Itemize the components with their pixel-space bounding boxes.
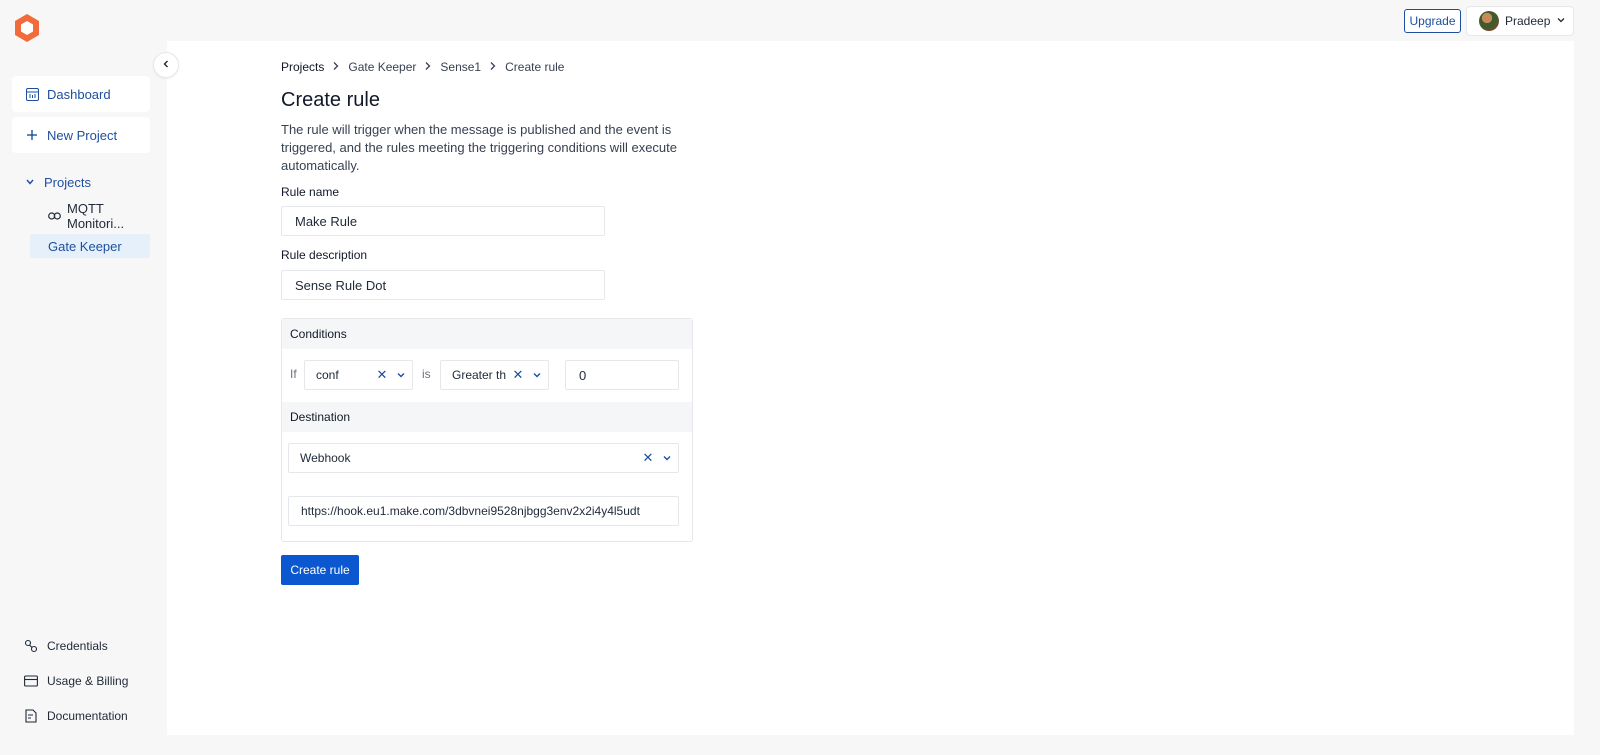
field-select-value: conf xyxy=(316,368,339,382)
create-rule-button[interactable]: Create rule xyxy=(281,555,359,585)
credit-card-icon xyxy=(24,674,38,688)
documentation-label: Documentation xyxy=(47,709,128,723)
plus-icon xyxy=(25,128,39,142)
rule-description-input[interactable] xyxy=(281,270,605,300)
chevron-right-icon xyxy=(332,60,340,74)
dashboard-icon xyxy=(25,87,39,101)
main-panel: Projects Gate Keeper Sense1 Create rule … xyxy=(167,41,1574,735)
operator-select[interactable]: Greater th ✕ xyxy=(440,360,549,390)
sidebar-item-documentation[interactable]: Documentation xyxy=(24,706,128,726)
clear-icon[interactable]: ✕ xyxy=(374,367,390,383)
user-menu-button[interactable]: Pradeep xyxy=(1466,6,1574,36)
breadcrumb-sense1[interactable]: Sense1 xyxy=(440,60,481,74)
webhook-url-input[interactable] xyxy=(288,496,679,526)
chevron-left-icon xyxy=(161,56,171,74)
breadcrumb: Projects Gate Keeper Sense1 Create rule xyxy=(281,60,564,74)
link-icon xyxy=(48,209,61,224)
field-select[interactable]: conf ✕ xyxy=(304,360,413,390)
if-label: If xyxy=(290,367,297,381)
clear-icon[interactable]: ✕ xyxy=(640,450,656,466)
operator-select-value: Greater th xyxy=(452,368,507,382)
credentials-label: Credentials xyxy=(47,639,108,653)
rule-description-label: Rule description xyxy=(281,248,368,262)
usage-billing-label: Usage & Billing xyxy=(47,674,129,688)
destination-header: Destination xyxy=(282,402,692,432)
clear-icon[interactable]: ✕ xyxy=(510,367,526,383)
upgrade-button[interactable]: Upgrade xyxy=(1404,9,1461,33)
key-icon xyxy=(24,639,38,653)
sidebar-projects-toggle[interactable]: Projects xyxy=(12,170,150,194)
breadcrumb-projects[interactable]: Projects xyxy=(281,60,324,74)
destination-select[interactable]: Webhook ✕ xyxy=(288,443,679,473)
projects-label: Projects xyxy=(44,174,91,190)
new-project-button[interactable]: New Project xyxy=(12,117,150,153)
project-label: MQTT Monitori... xyxy=(67,201,125,231)
rule-name-input[interactable] xyxy=(281,206,605,236)
user-name: Pradeep xyxy=(1505,14,1551,28)
chevron-down-icon xyxy=(1556,14,1566,28)
rule-config-panel: Conditions If conf ✕ is Greater th ✕ Des… xyxy=(281,318,693,542)
sidebar-project-gate-keeper[interactable]: Gate Keeper xyxy=(30,234,150,258)
breadcrumb-current: Create rule xyxy=(505,60,565,74)
app-logo[interactable] xyxy=(12,12,42,44)
rule-name-label: Rule name xyxy=(281,185,340,199)
chevron-down-icon[interactable] xyxy=(656,453,678,463)
new-project-label: New Project xyxy=(47,127,118,143)
page-title: Create rule xyxy=(281,89,380,111)
chevron-right-icon xyxy=(489,60,497,74)
chevron-down-icon[interactable] xyxy=(526,370,548,380)
chevron-down-icon[interactable] xyxy=(390,370,412,380)
conditions-header: Conditions xyxy=(282,319,692,349)
destination-select-value: Webhook xyxy=(300,451,351,465)
page-description: The rule will trigger when the message i… xyxy=(281,122,678,173)
document-icon xyxy=(24,709,38,723)
project-label: Gate Keeper xyxy=(48,238,122,254)
is-label: is xyxy=(422,367,431,381)
threshold-input[interactable] xyxy=(565,360,679,390)
sidebar-item-label: Dashboard xyxy=(47,86,111,102)
sidebar-item-credentials[interactable]: Credentials xyxy=(24,636,108,656)
chevron-right-icon xyxy=(424,60,432,74)
sidebar-project-mqtt[interactable]: MQTT Monitori... xyxy=(30,201,150,231)
chevron-down-icon xyxy=(25,175,35,190)
sidebar-item-usage-billing[interactable]: Usage & Billing xyxy=(24,671,128,691)
sidebar-item-dashboard[interactable]: Dashboard xyxy=(12,76,150,112)
breadcrumb-gate-keeper[interactable]: Gate Keeper xyxy=(348,60,416,74)
collapse-sidebar-button[interactable] xyxy=(153,52,179,78)
avatar xyxy=(1479,11,1499,31)
